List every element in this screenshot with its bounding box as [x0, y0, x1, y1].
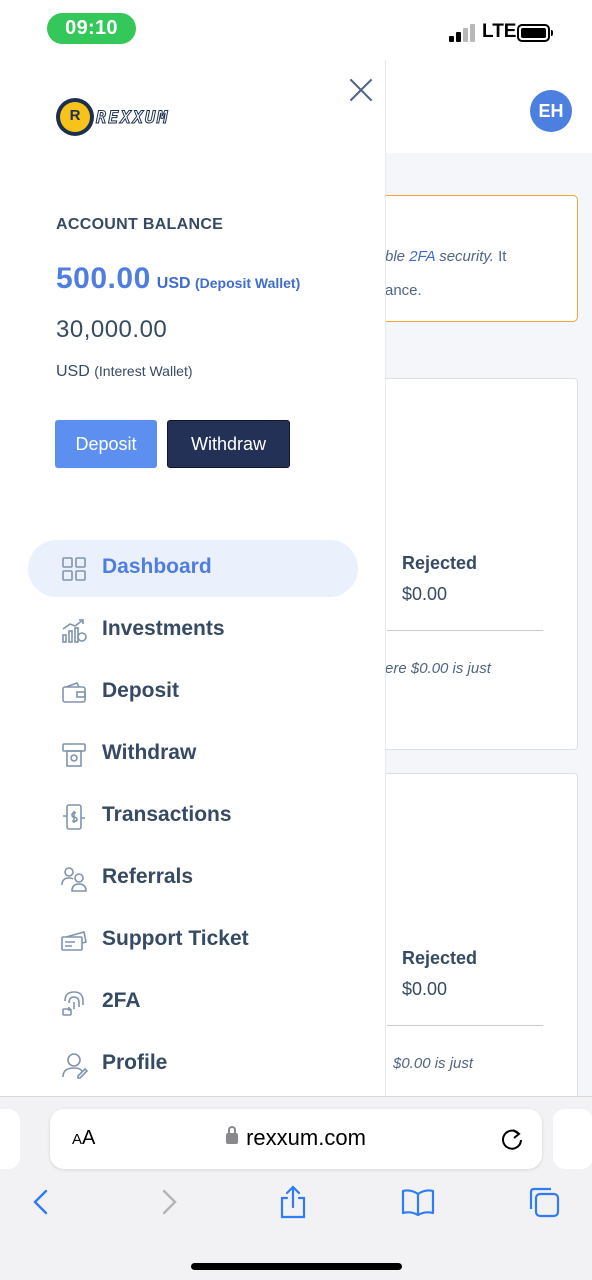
interest-wallet-caption: USD (Interest Wallet) [56, 363, 193, 381]
sidebar-item-label: Support Ticket [102, 927, 249, 950]
sidebar-menu: Dashboard Investments Deposit Withdraw T… [28, 540, 358, 1098]
interest-wallet-amount: 30,000.00 [56, 316, 168, 343]
transactions-icon [60, 803, 88, 831]
url-display[interactable]: rexxum.com [50, 1125, 542, 1151]
sidebar-item-investments[interactable]: Investments [28, 602, 358, 659]
alert-text-line2: ance. [385, 282, 422, 299]
home-indicator[interactable] [191, 1263, 402, 1270]
brand-logo[interactable]: R REXXUM [56, 96, 196, 140]
tabs-icon[interactable] [527, 1185, 561, 1219]
sidebar-item-dashboard[interactable]: Dashboard [28, 540, 358, 597]
status-time[interactable]: 09:10 [47, 13, 136, 44]
stat-note: ere $0.00 is just [385, 660, 491, 677]
cellular-signal-icon [449, 24, 475, 42]
sidebar-item-label: Transactions [102, 803, 232, 826]
stat-label-rejected: Rejected [402, 948, 478, 968]
dashboard-icon [60, 555, 88, 583]
stat-label-rejected: Rejected [402, 553, 478, 573]
battery-icon [517, 24, 553, 42]
sidebar-item-referrals[interactable]: Referrals [28, 850, 358, 907]
interest-wallet-label: (Interest Wallet) [94, 363, 193, 379]
deposit-button[interactable]: Deposit [55, 420, 157, 468]
stat-value-rejected: $0.00 [402, 584, 448, 604]
deposit-wallet-amount: 500.00 [56, 262, 151, 295]
avatar[interactable]: EH [530, 90, 572, 132]
deposit-wallet-currency: USD [156, 275, 191, 292]
sidebar-item-2fa[interactable]: 2FA [28, 974, 358, 1031]
divider [387, 1025, 543, 1026]
sidebar-item-label: Withdraw [102, 741, 197, 764]
side-drawer: R REXXUM ACCOUNT BALANCE 500.00 USD (Depo… [0, 60, 386, 1100]
sidebar-item-label: Dashboard [102, 555, 212, 578]
stat-value-rejected: $0.00 [402, 979, 448, 999]
next-tab-preview[interactable] [553, 1109, 592, 1169]
user-icon [60, 1051, 89, 1079]
reload-icon[interactable] [499, 1126, 525, 1152]
sidebar-item-label: Deposit [102, 679, 180, 702]
sidebar-item-label: Investments [102, 617, 225, 640]
alert-text: ble 2FA security. It [385, 248, 507, 265]
fingerprint-icon [60, 989, 88, 1017]
sidebar-item-deposit[interactable]: Deposit [28, 664, 358, 721]
ticket-icon [60, 927, 88, 955]
referrals-icon [60, 865, 88, 893]
bookmarks-icon[interactable] [401, 1185, 435, 1219]
network-type: LTE [482, 21, 517, 42]
sidebar-item-transactions[interactable]: Transactions [28, 788, 358, 845]
account-balance-title: ACCOUNT BALANCE [56, 216, 224, 233]
close-icon[interactable] [348, 77, 374, 103]
sidebar-item-label: Profile [102, 1051, 168, 1074]
back-icon[interactable] [24, 1185, 58, 1219]
logo-text: REXXUM [95, 108, 170, 129]
wallet-icon [60, 679, 88, 707]
sidebar-item-profile[interactable]: Profile [28, 1036, 358, 1093]
sidebar-item-label: Referrals [102, 865, 194, 888]
deposit-wallet-balance: 500.00 USD (Deposit Wallet) [56, 262, 300, 296]
status-bar: 09:10 LTE [0, 0, 592, 60]
url-text: rexxum.com [246, 1125, 366, 1150]
divider [387, 630, 543, 631]
share-icon[interactable] [276, 1185, 310, 1219]
stat-note: $0.00 is just [393, 1055, 474, 1072]
sidebar-item-label: 2FA [102, 989, 141, 1012]
investments-icon [60, 617, 88, 645]
interest-wallet-currency: USD [56, 363, 90, 380]
coin-logo-icon: R [56, 98, 94, 136]
address-bar[interactable]: AA rexxum.com [50, 1109, 542, 1169]
forward-icon[interactable] [152, 1185, 186, 1219]
atm-icon [60, 741, 88, 769]
browser-toolbar: AA rexxum.com [0, 1096, 592, 1280]
deposit-wallet-label: (Deposit Wallet) [195, 275, 301, 291]
previous-tab-preview[interactable] [0, 1109, 20, 1169]
lock-icon [226, 1126, 239, 1144]
sidebar-item-support-ticket[interactable]: Support Ticket [28, 912, 358, 969]
alert-2fa-link[interactable]: 2FA [409, 248, 435, 265]
withdraw-button[interactable]: Withdraw [167, 420, 290, 468]
sidebar-item-withdraw[interactable]: Withdraw [28, 726, 358, 783]
